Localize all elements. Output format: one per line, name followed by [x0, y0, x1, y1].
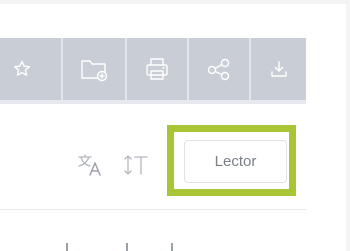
print-button[interactable] — [127, 38, 187, 100]
document-toolbar — [0, 38, 306, 104]
font-size-button[interactable] — [118, 150, 156, 180]
download-icon — [270, 61, 287, 77]
ruler-mark — [126, 243, 128, 251]
download-button[interactable] — [251, 38, 306, 100]
share-icon — [207, 58, 230, 81]
translate-button[interactable] — [72, 150, 108, 180]
ruler-mark — [171, 243, 173, 251]
ruler-mark — [66, 243, 68, 251]
right-border — [346, 0, 350, 251]
top-border — [0, 0, 350, 4]
translate-icon — [78, 154, 101, 176]
ruler-marks — [0, 241, 306, 251]
folder-add-icon — [81, 60, 108, 82]
share-button[interactable] — [189, 38, 249, 100]
panel-divider — [0, 209, 306, 210]
print-icon — [146, 58, 168, 80]
star-icon — [14, 60, 30, 76]
app-frame: Lector — [0, 0, 350, 251]
favorite-button[interactable] — [0, 38, 44, 100]
save-to-folder-button[interactable] — [63, 38, 125, 100]
font-size-icon — [124, 155, 148, 175]
lector-highlight-frame — [167, 125, 296, 196]
